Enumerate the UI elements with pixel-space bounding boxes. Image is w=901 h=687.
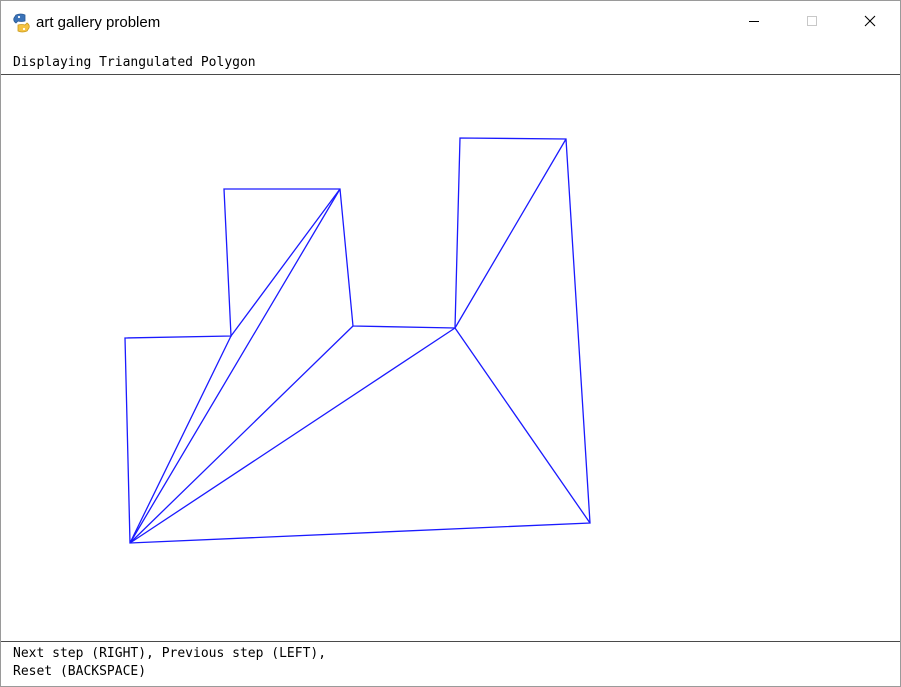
status-bar: Displaying Triangulated Polygon [1, 45, 900, 75]
window-title: art gallery problem [36, 14, 161, 31]
python-snake-icon [12, 13, 31, 33]
help-text-reset: Reset (BACKSPACE) [13, 664, 147, 679]
polygon-outline [124, 137, 591, 544]
status-message: Displaying Triangulated Polygon [13, 55, 256, 70]
diagonal-edge [129, 325, 354, 544]
help-text-navigation: Next step (RIGHT), Previous step (LEFT), [13, 646, 327, 661]
maximize-icon [806, 14, 818, 32]
diagonal-edge [454, 327, 591, 524]
close-icon [864, 14, 876, 32]
minimize-button[interactable] [731, 1, 777, 45]
diagonal-edge [129, 188, 341, 544]
diagonal-edge [454, 138, 567, 329]
title-bar[interactable]: art gallery problem [1, 1, 900, 45]
diagonal-edge [129, 327, 456, 544]
minimize-icon [748, 14, 760, 32]
polygon-svg [124, 137, 591, 544]
diagonal-edge [230, 188, 341, 337]
triangulated-polygon [124, 137, 591, 544]
close-button[interactable] [847, 1, 893, 45]
help-panel: Next step (RIGHT), Previous step (LEFT),… [1, 641, 900, 686]
app-window: art gallery problem Displaying Triangula… [0, 0, 901, 687]
drawing-canvas[interactable] [1, 75, 900, 641]
diagonal-edge [129, 335, 232, 544]
maximize-button[interactable] [789, 1, 835, 45]
